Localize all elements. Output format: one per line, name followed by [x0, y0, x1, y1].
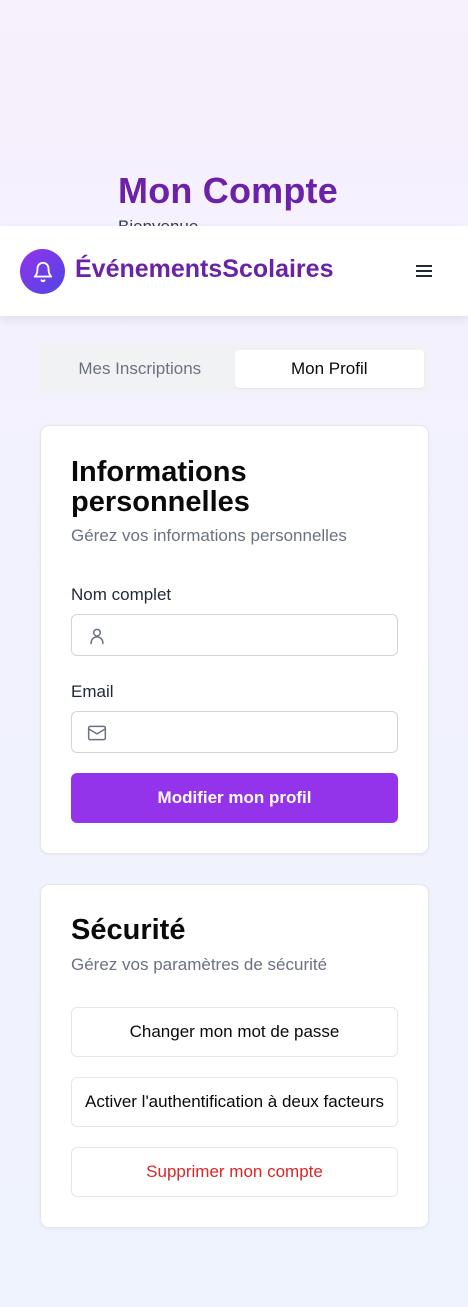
name-field-label: Nom complet [71, 585, 172, 604]
tab-mon-profil[interactable]: Mon Profil [234, 350, 424, 388]
tab-mes-inscriptions[interactable]: Mes Inscriptions [45, 350, 235, 388]
security-card-description: Gérez vos paramètres de sécurité [71, 955, 328, 974]
email-field-wrapper [71, 711, 398, 753]
email-field-label: Email [71, 682, 114, 701]
page-title: Mon Compte [118, 170, 338, 211]
mail-icon [87, 725, 107, 741]
delete-account-button[interactable]: Supprimer mon compte [71, 1147, 398, 1197]
profile-card: Informations personnelles Gérez vos info… [40, 425, 429, 854]
change-password-button[interactable]: Changer mon mot de passe [71, 1007, 398, 1057]
security-card-title: Sécurité [71, 914, 186, 946]
profile-card-description: Gérez vos informations personnelles [71, 526, 347, 545]
menu-button[interactable] [410, 259, 438, 283]
brand-name[interactable]: ÉvénementsScolaires [75, 255, 333, 284]
email-field[interactable] [116, 712, 391, 752]
brand-logo[interactable] [20, 249, 65, 294]
name-field[interactable] [116, 615, 391, 655]
security-card: Sécurité Gérez vos paramètres de sécurit… [40, 884, 429, 1228]
user-icon [90, 628, 104, 645]
top-navbar: ÉvénementsScolaires [0, 226, 468, 316]
hamburger-menu-icon [416, 265, 432, 277]
enable-2fa-button[interactable]: Activer l'authentification à deux facteu… [71, 1077, 398, 1127]
name-field-wrapper [71, 614, 398, 656]
edit-profile-button[interactable]: Modifier mon profil [71, 773, 398, 823]
bell-icon [33, 261, 52, 282]
account-tabs: Mes Inscriptions Mon Profil [40, 345, 429, 393]
profile-card-title: Informations personnelles [71, 456, 250, 518]
